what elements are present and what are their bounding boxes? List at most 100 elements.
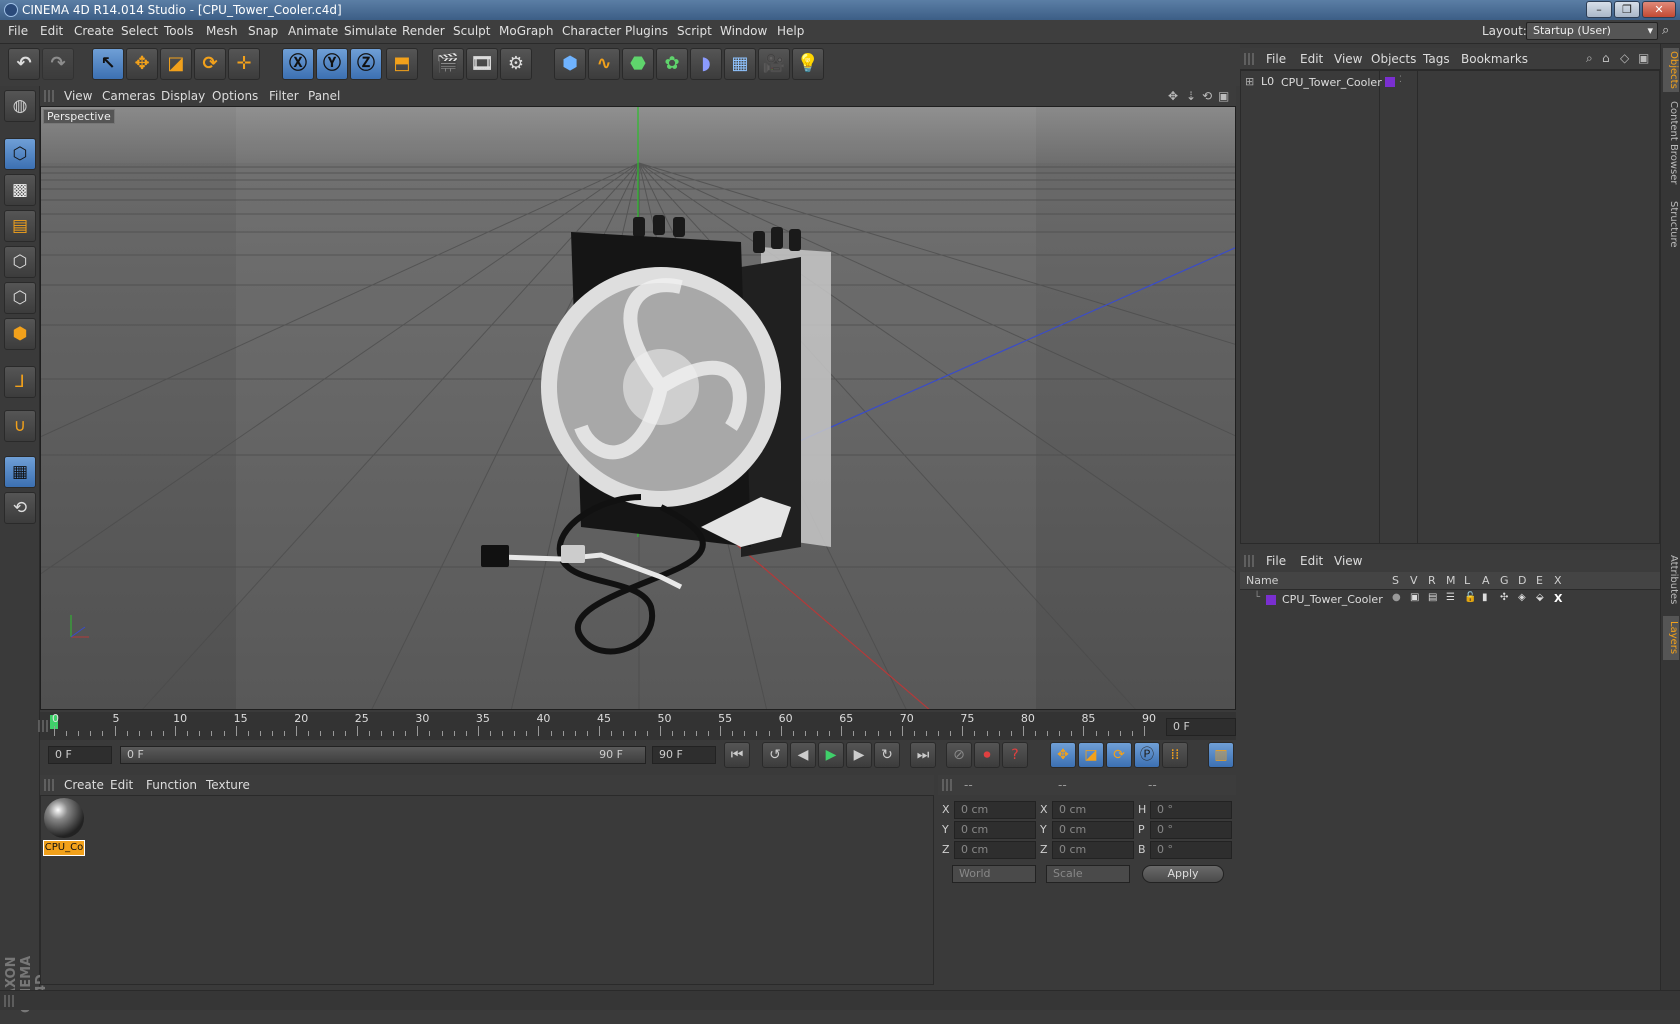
tab-content-browser[interactable]: Content Browser: [1663, 98, 1679, 188]
snap-magnet-button[interactable]: ∪: [4, 410, 36, 442]
timeline-window-button[interactable]: ▥: [1208, 742, 1234, 768]
camera-button[interactable]: 🎥: [758, 48, 790, 80]
texture-mode-button[interactable]: ▩: [4, 174, 36, 206]
maximize-view-icon[interactable]: ▣: [1218, 89, 1229, 103]
go-to-start-button[interactable]: ⏮: [724, 742, 750, 768]
subdivision-surface-button[interactable]: ⬣: [622, 48, 654, 80]
prev-keyframe-button[interactable]: ↺: [762, 742, 788, 768]
col-deformers[interactable]: D: [1518, 574, 1526, 587]
light-button[interactable]: 💡: [792, 48, 824, 80]
next-keyframe-button[interactable]: ↻: [874, 742, 900, 768]
menu-help[interactable]: Help: [777, 24, 804, 38]
filter-icon[interactable]: ◇: [1620, 51, 1629, 65]
redo-button[interactable]: ↷: [42, 48, 74, 80]
expand-icon[interactable]: ⊞: [1245, 75, 1254, 88]
y-axis-lock-button[interactable]: Ⓨ: [316, 48, 348, 80]
material-menu-function[interactable]: Function: [146, 778, 197, 792]
menu-create[interactable]: Create: [74, 24, 114, 38]
render-settings-button[interactable]: ⚙: [500, 48, 532, 80]
locked-workplane-button[interactable]: ⟲: [4, 492, 36, 524]
layout-select[interactable]: Startup (User) ▾: [1526, 22, 1658, 40]
record-keys-disabled-button[interactable]: ⊘: [946, 742, 972, 768]
menu-window[interactable]: Window: [720, 24, 767, 38]
perspective-viewport[interactable]: Perspective: [40, 106, 1236, 710]
position-y-field[interactable]: 0 cm: [954, 821, 1036, 839]
coord-mode-select[interactable]: Scale: [1046, 865, 1130, 883]
rotate-view-icon[interactable]: ⟲: [1202, 89, 1212, 103]
panel-grip-icon[interactable]: [1244, 555, 1254, 567]
solo-toggle-icon[interactable]: ●: [1392, 592, 1401, 603]
objects-menu-objects[interactable]: Objects: [1371, 52, 1416, 66]
generator-toggle-icon[interactable]: ✣: [1500, 592, 1508, 603]
workplane-mode-button[interactable]: ▤: [4, 210, 36, 242]
view-toggle-icon[interactable]: ▣: [1410, 592, 1419, 603]
render-view-button[interactable]: 🎬: [432, 48, 464, 80]
lock-toggle-icon[interactable]: 🔓: [1464, 592, 1476, 603]
material-swatch[interactable]: CPU_Co: [43, 798, 85, 858]
menu-script[interactable]: Script: [677, 24, 712, 38]
manager-toggle-icon[interactable]: ☰: [1446, 592, 1455, 603]
floor-button[interactable]: ▦: [724, 48, 756, 80]
points-mode-button[interactable]: ⬡: [4, 246, 36, 278]
spline-pen-button[interactable]: ∿: [588, 48, 620, 80]
deformer-button[interactable]: ◗: [690, 48, 722, 80]
render-picture-viewer-button[interactable]: 🎞: [466, 48, 498, 80]
animation-toggle-icon[interactable]: ▮: [1482, 592, 1488, 603]
frame-range-slider[interactable]: 0 F 90 F: [120, 746, 646, 764]
objects-menu-bookmarks[interactable]: Bookmarks: [1461, 52, 1528, 66]
layers-menu-file[interactable]: File: [1266, 554, 1286, 568]
size-x-field[interactable]: 0 cm: [1052, 801, 1134, 819]
col-render[interactable]: R: [1428, 574, 1436, 587]
new-view-icon[interactable]: ▣: [1638, 51, 1649, 65]
layers-menu-edit[interactable]: Edit: [1300, 554, 1323, 568]
layers-menu-view[interactable]: View: [1334, 554, 1362, 568]
viewport-menu-options[interactable]: Options: [212, 89, 258, 103]
xref-toggle-icon[interactable]: X: [1554, 592, 1562, 605]
layer-color-swatch[interactable]: [1266, 595, 1276, 605]
key-pla-button[interactable]: ⁞⁞: [1162, 742, 1188, 768]
panel-grip-icon[interactable]: [1244, 53, 1254, 65]
menu-animate[interactable]: Animate: [288, 24, 338, 38]
undo-button[interactable]: ↶: [8, 48, 40, 80]
search-icon[interactable]: ⌕: [1662, 23, 1669, 38]
layer-row-cpu-tower-cooler[interactable]: └ CPU_Tower_Cooler ● ▣ ▤ ☰ 🔓 ▮ ✣ ◈ ⬙ X: [1244, 592, 1656, 608]
apply-button[interactable]: Apply: [1142, 865, 1224, 883]
end-frame-field[interactable]: 90 F: [652, 746, 716, 764]
move-tool-button[interactable]: ✥: [126, 48, 158, 80]
menu-file[interactable]: File: [8, 24, 28, 38]
current-frame-field[interactable]: 0 F: [1166, 718, 1236, 736]
search-icon[interactable]: ⌕: [1586, 51, 1593, 66]
menu-mograph[interactable]: MoGraph: [499, 24, 554, 38]
key-rotation-button[interactable]: ⟳: [1106, 742, 1132, 768]
tab-layers[interactable]: Layers: [1663, 616, 1679, 660]
timeline-ruler[interactable]: 0 5 10 15 20 25 30 35 40 45 50 55 60 65 70 75 80 85 90: [38, 712, 1236, 740]
tab-attributes[interactable]: Attributes: [1663, 550, 1679, 610]
viewport-menu-panel[interactable]: Panel: [308, 89, 340, 103]
maximize-button[interactable]: ❐: [1614, 1, 1640, 18]
menu-simulate[interactable]: Simulate: [344, 24, 397, 38]
render-toggle-icon[interactable]: ▤: [1428, 592, 1437, 603]
material-menu-edit[interactable]: Edit: [110, 778, 133, 792]
prev-frame-button[interactable]: ◀: [790, 742, 816, 768]
polygons-mode-button[interactable]: ⬢: [4, 318, 36, 350]
cube-object-button[interactable]: ⬢: [554, 48, 586, 80]
coord-system-select[interactable]: World: [952, 865, 1036, 883]
objects-menu-view[interactable]: View: [1334, 52, 1362, 66]
panel-grip-icon[interactable]: [44, 779, 54, 791]
autokey-help-button[interactable]: ?: [1002, 742, 1028, 768]
material-menu-texture[interactable]: Texture: [206, 778, 250, 792]
play-button[interactable]: ▶: [818, 742, 844, 768]
live-selection-button[interactable]: ↖: [92, 48, 124, 80]
home-icon[interactable]: ⌂: [1602, 51, 1610, 65]
panel-grip-icon[interactable]: [44, 90, 54, 102]
go-to-end-button[interactable]: ⏭: [910, 742, 936, 768]
deformer-toggle-icon[interactable]: ◈: [1518, 592, 1526, 603]
z-axis-lock-button[interactable]: Ⓩ: [350, 48, 382, 80]
menu-edit[interactable]: Edit: [40, 24, 63, 38]
key-scale-button[interactable]: ◪: [1078, 742, 1104, 768]
edges-mode-button[interactable]: ⬡: [4, 282, 36, 314]
viewport-menu-cameras[interactable]: Cameras: [102, 89, 155, 103]
rotate-tool-button[interactable]: ⟳: [194, 48, 226, 80]
expression-toggle-icon[interactable]: ⬙: [1536, 592, 1544, 603]
rotation-h-field[interactable]: 0 °: [1150, 801, 1232, 819]
